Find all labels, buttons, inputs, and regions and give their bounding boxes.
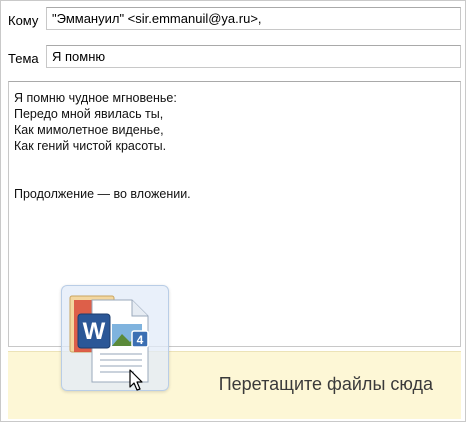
subject-field[interactable]: Я помню — [46, 45, 461, 68]
to-field[interactable]: "Эммануил" <sir.emmanuil@ya.ru>, — [46, 7, 461, 30]
word-document-icon: W 4 — [69, 295, 149, 383]
drop-zone-label: Перетащите файлы сюда — [218, 374, 433, 394]
body-line — [14, 154, 191, 170]
file-count-badge: 4 — [137, 333, 144, 347]
svg-text:W: W — [83, 318, 106, 345]
body-line: Продолжение — во вложении. — [14, 187, 191, 201]
body-line: Как гений чистой красоты. — [14, 139, 167, 153]
body-line: Как мимолетное виденье, — [14, 123, 164, 137]
compose-window: Кому "Эммануил" <sir.emmanuil@ya.ru>, Те… — [0, 0, 466, 422]
subject-label: Тема — [8, 51, 39, 66]
body-line: Я помню чудное мгновенье: — [14, 91, 177, 105]
dragged-file[interactable]: W 4 — [61, 285, 169, 391]
mouse-pointer-icon — [129, 369, 143, 391]
message-text: Я помню чудное мгновенье: Передо мной яв… — [14, 90, 191, 202]
body-line — [14, 170, 191, 186]
body-line: Передо мной явилась ты, — [14, 107, 164, 121]
to-label: Кому — [8, 13, 39, 28]
